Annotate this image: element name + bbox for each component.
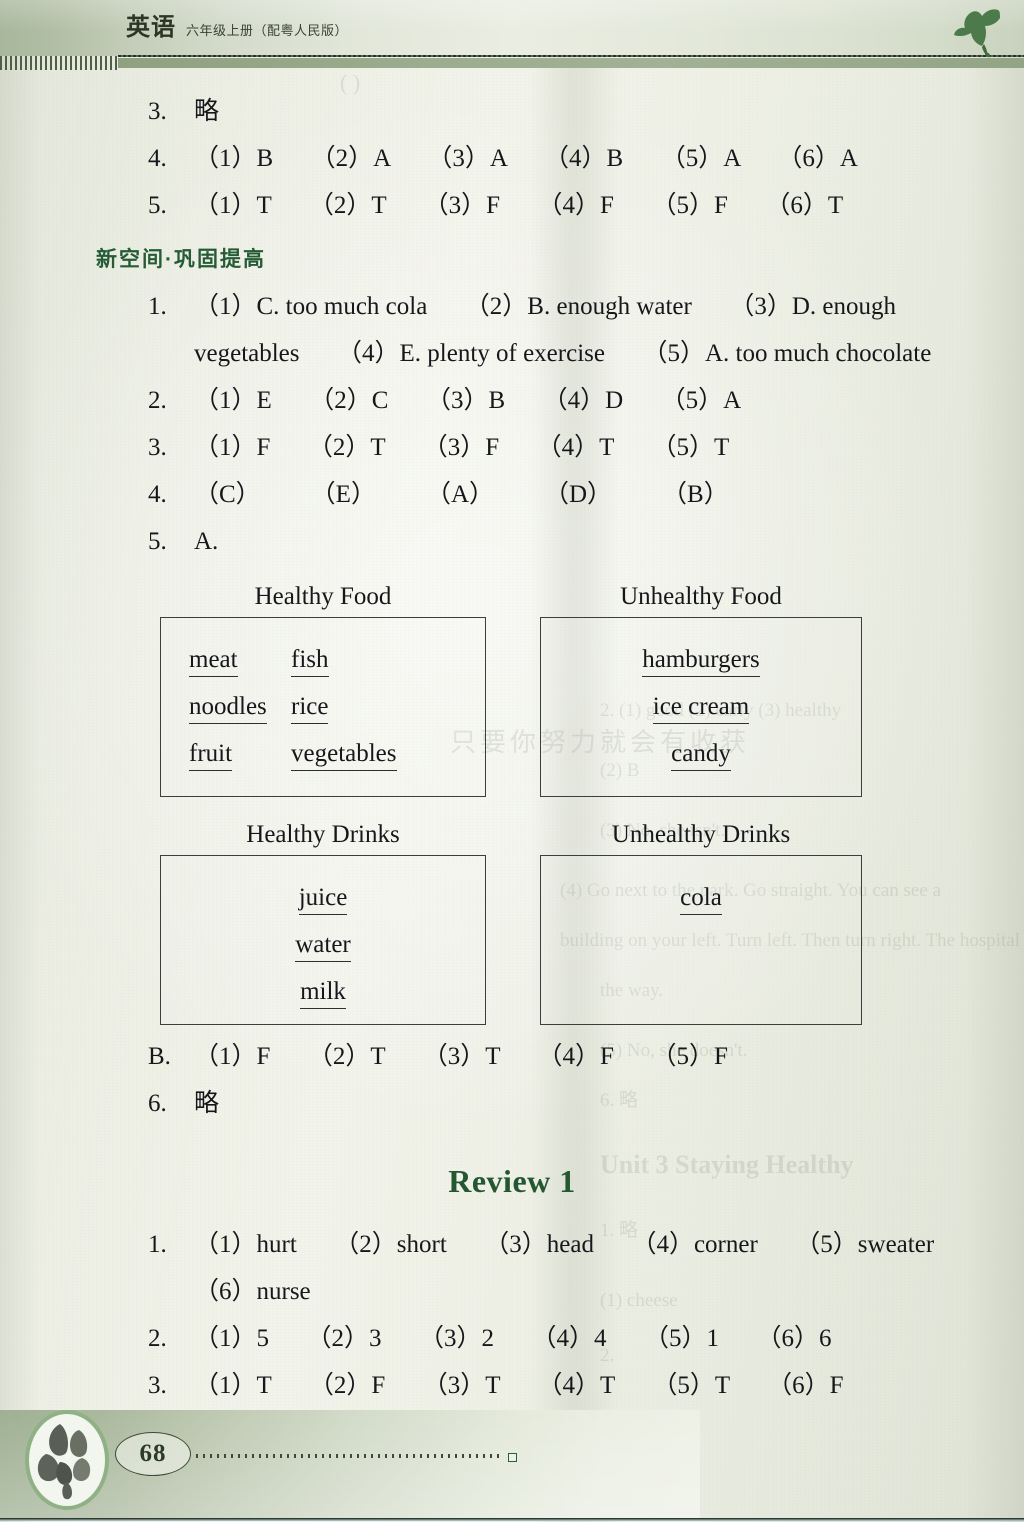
exercise-1-line-2: vegetables （4）E. plenty of exercise （5）A… bbox=[0, 330, 1024, 377]
item-answers-continued: vegetables （4）E. plenty of exercise （5）A… bbox=[194, 340, 932, 367]
word-row: noodles rice bbox=[161, 691, 485, 738]
word-row: candy bbox=[541, 738, 861, 785]
word-row: milk bbox=[161, 976, 485, 1023]
exercise-4-line: 4. （C） （E） （A） （D） （B） bbox=[0, 471, 1024, 518]
item-number: 1. bbox=[148, 293, 167, 320]
header-title: 英语 bbox=[126, 15, 176, 41]
exercise-5-line: 5. A. bbox=[0, 518, 1024, 565]
page-number: 68 bbox=[139, 1440, 167, 1467]
healthy-food-word-grid: meat fish noodles rice fruit vegetables bbox=[161, 618, 485, 803]
review-item-2-line: 2. （1）5 （2）3 （3）2 （4）4 （5）1 （6）6 bbox=[0, 1315, 1024, 1362]
main-content: 3. 略 4. （1）B （2）A （3）A （4）B （5）A （6）A 5. （1… bbox=[0, 88, 1024, 1409]
item-answers: （1）B （2）A （3）A （4）B （5）A （6）A bbox=[194, 145, 858, 172]
square-marker-icon bbox=[508, 1453, 517, 1462]
item-answers: （1）E （2）C （3）B （4）D （5）A bbox=[194, 387, 742, 414]
drinks-sort-block: Healthy Drinks Unhealthy Drinks juice wa… bbox=[0, 815, 1024, 1025]
word-row: water bbox=[161, 929, 485, 976]
item-number: 2. bbox=[148, 387, 167, 414]
header-green-bar bbox=[118, 58, 1024, 68]
food-word: vegetables bbox=[291, 738, 397, 771]
leaf-ornament-icon bbox=[936, 2, 1006, 60]
item-number: 4. bbox=[148, 145, 167, 172]
healthy-drinks-caption: Healthy Drinks bbox=[246, 821, 400, 848]
drink-word: juice bbox=[298, 882, 348, 915]
healthy-food-box: meat fish noodles rice fruit vegetables bbox=[160, 617, 486, 797]
item-number: 1. bbox=[148, 1231, 167, 1258]
item-answers: （1）hurt （2）short （3）head （4）corner （5）sw… bbox=[194, 1231, 935, 1258]
item-answers: 略 bbox=[194, 98, 220, 125]
food-word: candy bbox=[671, 738, 731, 771]
item-answers: （1）5 （2）3 （3）2 （4）4 （5）1 （6）6 bbox=[194, 1325, 832, 1352]
item-answers: （1）T （2）T （3）F （4）F （5）F （6）T bbox=[194, 192, 844, 219]
section-heading: 新空间·巩固提高 bbox=[96, 248, 266, 271]
word-row: ice cream bbox=[541, 691, 861, 738]
item-answers: （1）F （2）T （3）F （4）T （5）T bbox=[194, 434, 730, 461]
header-subtitle: 六年级上册（配粤人民版） bbox=[186, 23, 349, 38]
item-sublabel: A. bbox=[194, 528, 219, 555]
food-sort-block: Healthy Food Unhealthy Food meat fish noo… bbox=[0, 577, 1024, 797]
item-number: 6. bbox=[148, 1090, 167, 1117]
food-word: fruit bbox=[189, 738, 233, 771]
word-row: juice bbox=[161, 882, 485, 929]
drink-word: milk bbox=[300, 976, 346, 1009]
review-item-1-line-1: 1. （1）hurt （2）short （3）head （4）corner （5）… bbox=[0, 1221, 1024, 1268]
word-row: hamburgers bbox=[541, 644, 861, 691]
page-header: 英语 六年级上册（配粤人民版） bbox=[0, 0, 1024, 78]
page-footer: 68 bbox=[0, 1400, 1024, 1522]
word-row: fruit vegetables bbox=[161, 738, 485, 785]
footer-rule-line bbox=[0, 1518, 1024, 1521]
food-boxes-row: meat fish noodles rice fruit vegetables ham… bbox=[0, 617, 1024, 797]
item-answers: （1）F （2）T （3）T （4）F （5）F bbox=[194, 1043, 728, 1070]
exercise-1-line-1: 1. （1）C. too much cola （2）B. enough water… bbox=[0, 283, 1024, 330]
item-number: 4. bbox=[148, 481, 167, 508]
answer-line-4: 4. （1）B （2）A （3）A （4）B （5）A （6）A bbox=[0, 135, 1024, 182]
exercise-2-line: 2. （1）E （2）C （3）B （4）D （5）A bbox=[0, 377, 1024, 424]
food-word: ice cream bbox=[652, 691, 750, 724]
unhealthy-drinks-caption: Unhealthy Drinks bbox=[611, 821, 791, 848]
item-number: 3. bbox=[148, 98, 167, 125]
item-answers-continued: （6）nurse bbox=[194, 1278, 311, 1305]
review-item-1-line-2: （6）nurse bbox=[0, 1268, 1024, 1315]
exercise-3-line: 3. （1）F （2）T （3）F （4）T （5）T bbox=[0, 424, 1024, 471]
answer-line-3: 3. 略 bbox=[0, 88, 1024, 135]
unhealthy-drinks-box: cola bbox=[540, 855, 862, 1025]
food-word: noodles bbox=[189, 691, 267, 724]
item-sublabel: B. bbox=[148, 1043, 171, 1070]
flower-logo-icon bbox=[24, 1410, 110, 1510]
item-number: 3. bbox=[148, 434, 167, 461]
food-word: fish bbox=[291, 644, 329, 677]
unhealthy-food-word-grid: hamburgers ice cream candy bbox=[541, 618, 861, 803]
word-row: cola bbox=[541, 882, 861, 929]
unhealthy-food-box: hamburgers ice cream candy bbox=[540, 617, 862, 797]
item-answers: （C） （E） （A） （D） （B） bbox=[194, 481, 729, 508]
drinks-boxes-row: juice water milk cola bbox=[0, 855, 1024, 1025]
item-number: 5. bbox=[148, 192, 167, 219]
healthy-drinks-box: juice water milk bbox=[160, 855, 486, 1025]
page-number-badge: 68 bbox=[115, 1432, 191, 1476]
drink-word: water bbox=[295, 929, 351, 962]
drink-word: cola bbox=[680, 882, 722, 915]
exercise-5b-line: B. （1）F （2）T （3）T （4）F （5）F bbox=[0, 1033, 1024, 1080]
item-number: 5. bbox=[148, 528, 167, 555]
item-answers: （1）C. too much cola （2）B. enough water （… bbox=[194, 293, 896, 320]
header-rule-line bbox=[118, 55, 1024, 57]
unhealthy-drinks-word-grid: cola bbox=[541, 856, 861, 947]
item-number: 2. bbox=[148, 1325, 167, 1352]
food-captions-row: Healthy Food Unhealthy Food bbox=[0, 577, 1024, 617]
answer-line-5: 5. （1）T （2）T （3）F （4）F （5）F （6）T bbox=[0, 182, 1024, 229]
drinks-captions-row: Healthy Drinks Unhealthy Drinks bbox=[0, 815, 1024, 855]
item-answers: 略 bbox=[194, 1090, 220, 1117]
word-row: meat fish bbox=[161, 644, 485, 691]
healthy-drinks-word-grid: juice water milk bbox=[161, 856, 485, 1041]
food-word: meat bbox=[189, 644, 238, 677]
healthy-food-caption: Healthy Food bbox=[254, 583, 392, 610]
header-hatch-marks bbox=[0, 56, 118, 70]
review-heading: Review 1 bbox=[448, 1163, 576, 1199]
food-word: rice bbox=[291, 691, 329, 724]
food-word: hamburgers bbox=[642, 644, 760, 677]
footer-dotted-line bbox=[196, 1454, 504, 1458]
exercise-6-line: 6. 略 bbox=[0, 1080, 1024, 1127]
unhealthy-food-caption: Unhealthy Food bbox=[620, 583, 782, 610]
